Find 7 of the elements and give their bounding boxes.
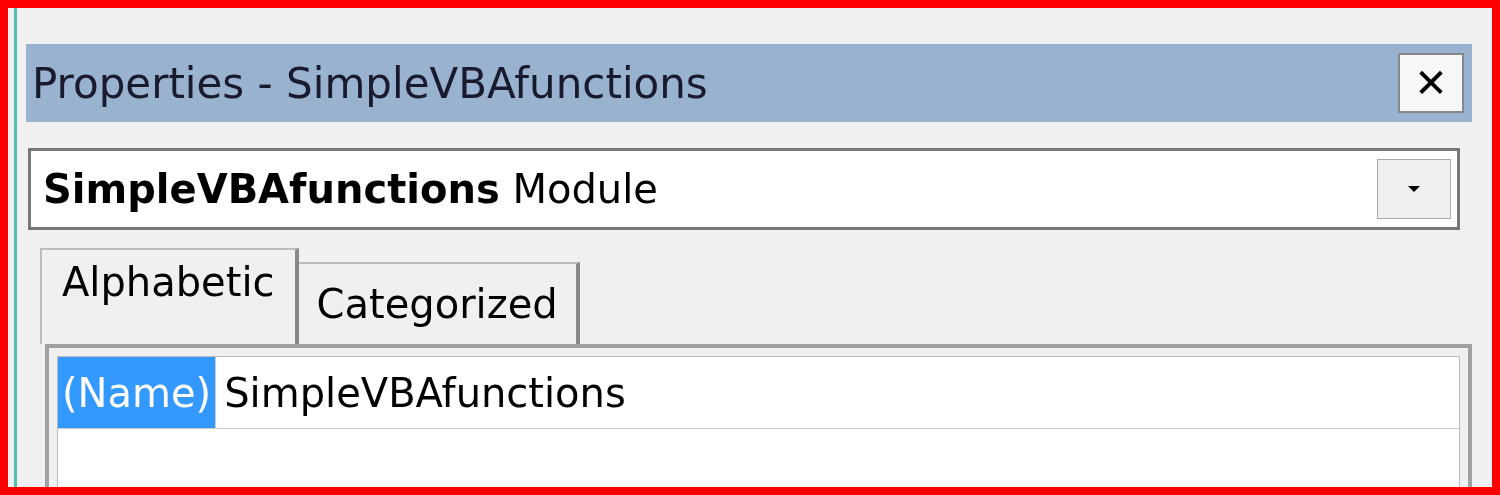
tab[interactable]: Alphabetic: [40, 248, 299, 344]
window-title: Properties - SimpleVBAfunctions: [32, 57, 708, 110]
close-button[interactable]: ✕: [1398, 53, 1464, 113]
object-dropdown[interactable]: SimpleVBAfunctions Module: [28, 148, 1460, 230]
property-value[interactable]: SimpleVBAfunctions: [215, 357, 634, 428]
object-name: SimpleVBAfunctions Module: [43, 165, 658, 214]
tab[interactable]: Categorized: [298, 262, 580, 344]
